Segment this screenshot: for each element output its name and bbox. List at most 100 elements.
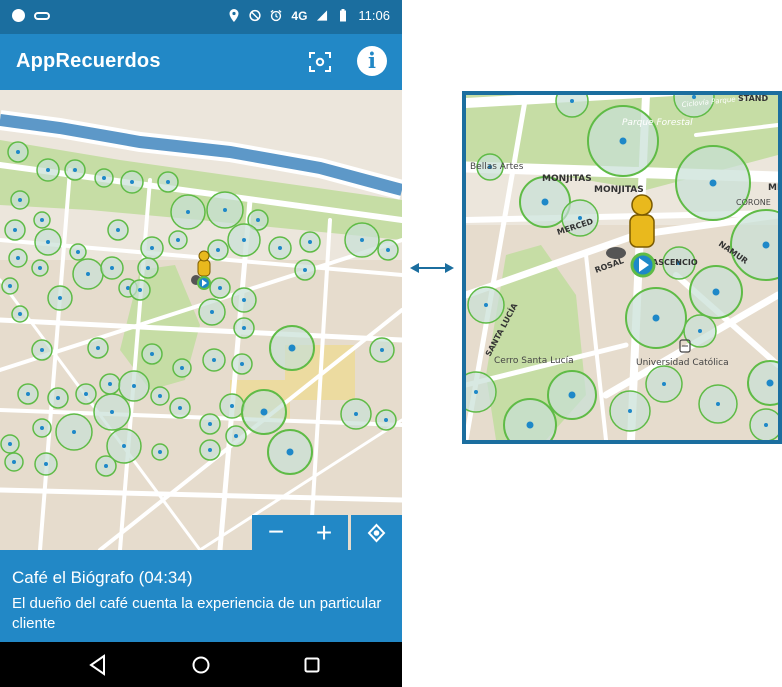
main-poi-dot bbox=[384, 418, 388, 422]
main-poi-dot bbox=[286, 448, 294, 456]
main-poi-dot bbox=[178, 406, 182, 410]
double-arrow-icon bbox=[410, 263, 454, 273]
main-poi-dot bbox=[138, 288, 142, 292]
zoom-poi-dot bbox=[484, 303, 488, 307]
main-poi-dot bbox=[110, 266, 114, 270]
main-poi-dot bbox=[230, 404, 234, 408]
location-icon bbox=[229, 9, 239, 22]
zoom-poi-circle[interactable] bbox=[749, 408, 778, 440]
main-poi-dot bbox=[73, 168, 77, 172]
zoom-controls: − + bbox=[252, 515, 348, 551]
voicemail-icon bbox=[34, 11, 50, 20]
zoom-poi-dot bbox=[698, 329, 702, 333]
main-poi-dot bbox=[308, 240, 312, 244]
label-monjitas-2: MONJITAS bbox=[594, 185, 644, 195]
main-poi-dot bbox=[102, 176, 106, 180]
main-poi-dot bbox=[12, 460, 16, 464]
main-poi-dot bbox=[86, 272, 90, 276]
main-poi-dot bbox=[386, 248, 390, 252]
zoomed-map-canvas: Parque Forestal Ciclovía Parque Forestal… bbox=[466, 95, 778, 440]
main-poi-dot bbox=[234, 434, 238, 438]
zoom-poi-dot bbox=[474, 390, 478, 394]
zoom-poi-dot bbox=[762, 241, 770, 249]
zoom-in-button[interactable]: + bbox=[300, 515, 348, 551]
main-poi-dot bbox=[46, 240, 50, 244]
main-poi-dot bbox=[46, 168, 50, 172]
main-poi-dot bbox=[116, 228, 120, 232]
main-poi-dot bbox=[40, 218, 44, 222]
main-poi-dot bbox=[150, 352, 154, 356]
zoom-poi-dot bbox=[628, 409, 632, 413]
main-poi-dot bbox=[212, 358, 216, 362]
main-poi-dot bbox=[38, 266, 42, 270]
back-triangle-icon[interactable] bbox=[83, 651, 113, 679]
do-not-disturb-icon bbox=[249, 9, 262, 22]
qr-scan-icon[interactable] bbox=[305, 47, 335, 77]
main-poi-dot bbox=[40, 426, 44, 430]
poi-title: Café el Biógrafo (04:34) bbox=[12, 568, 193, 587]
zoom-poi-circle[interactable] bbox=[503, 398, 557, 440]
main-poi-dot bbox=[84, 392, 88, 396]
status-bar: 4G 11:06 bbox=[0, 0, 402, 34]
main-poi-dot bbox=[122, 444, 126, 448]
main-poi-dot bbox=[16, 150, 20, 154]
zoom-out-button[interactable]: − bbox=[252, 515, 300, 551]
main-poi-dot bbox=[13, 228, 17, 232]
main-poi-dot bbox=[58, 296, 62, 300]
main-poi-dot bbox=[44, 462, 48, 466]
zoom-poi-dot bbox=[570, 99, 574, 103]
map-canvas[interactable] bbox=[0, 90, 402, 550]
map-view[interactable] bbox=[0, 90, 402, 550]
main-poi-dot bbox=[16, 256, 20, 260]
main-poi-dot bbox=[242, 238, 246, 242]
label-bellas-artes: Bellas Artes bbox=[470, 162, 524, 172]
main-poi-dot bbox=[56, 396, 60, 400]
app-bar: AppRecuerdos i bbox=[0, 34, 402, 90]
zoomed-map-inset: Parque Forestal Ciclovía Parque Forestal… bbox=[462, 91, 782, 444]
android-nav-bar bbox=[0, 642, 402, 687]
main-poi-dot bbox=[278, 246, 282, 250]
main-poi-dot bbox=[240, 362, 244, 366]
label-stand: STAND bbox=[738, 95, 768, 103]
clock-time: 11:06 bbox=[358, 8, 390, 23]
info-icon[interactable]: i bbox=[357, 46, 387, 76]
main-poi-dot bbox=[130, 180, 134, 184]
main-poi-dot bbox=[8, 284, 12, 288]
locate-button[interactable] bbox=[351, 515, 402, 551]
main-poi-dot bbox=[208, 448, 212, 452]
alarm-icon bbox=[270, 9, 282, 22]
label-parque-forestal: Parque Forestal bbox=[622, 118, 693, 128]
main-poi-dot bbox=[260, 408, 268, 416]
main-poi-dot bbox=[218, 286, 222, 290]
main-poi-dot bbox=[242, 326, 246, 330]
app-title: AppRecuerdos bbox=[16, 50, 161, 72]
label-cerro-santa-lucia: Cerro Santa Lucía bbox=[494, 356, 574, 366]
main-poi-dot bbox=[242, 298, 246, 302]
main-poi-dot bbox=[18, 198, 22, 202]
main-poi-dot bbox=[210, 310, 214, 314]
network-type-label: 4G bbox=[291, 8, 308, 23]
main-poi-dot bbox=[256, 218, 260, 222]
main-poi-dot bbox=[150, 246, 154, 250]
zoom-poi-dot bbox=[526, 421, 534, 429]
main-poi-dot bbox=[72, 430, 76, 434]
main-poi-dot bbox=[158, 394, 162, 398]
zoom-poi-dot bbox=[568, 391, 576, 399]
main-poi-dot bbox=[40, 348, 44, 352]
main-poi-dot bbox=[110, 410, 114, 414]
zoom-poi-dot bbox=[692, 95, 696, 99]
main-poi-dot bbox=[288, 344, 296, 352]
main-poi-dot bbox=[303, 268, 307, 272]
main-poi-dot bbox=[223, 208, 227, 212]
label-mi: MI bbox=[768, 183, 778, 193]
zoom-poi-dot bbox=[716, 402, 720, 406]
poi-info-panel[interactable]: Café el Biógrafo (04:34) El dueño del ca… bbox=[0, 550, 402, 642]
recents-square-icon[interactable] bbox=[297, 651, 327, 679]
main-poi-dot bbox=[8, 442, 12, 446]
main-poi-dot bbox=[180, 366, 184, 370]
home-circle-icon[interactable] bbox=[186, 651, 216, 679]
main-poi-dot bbox=[26, 392, 30, 396]
my-location-icon bbox=[367, 523, 386, 543]
zoom-poi-dot bbox=[619, 137, 627, 145]
zoom-poi-dot bbox=[652, 314, 660, 322]
